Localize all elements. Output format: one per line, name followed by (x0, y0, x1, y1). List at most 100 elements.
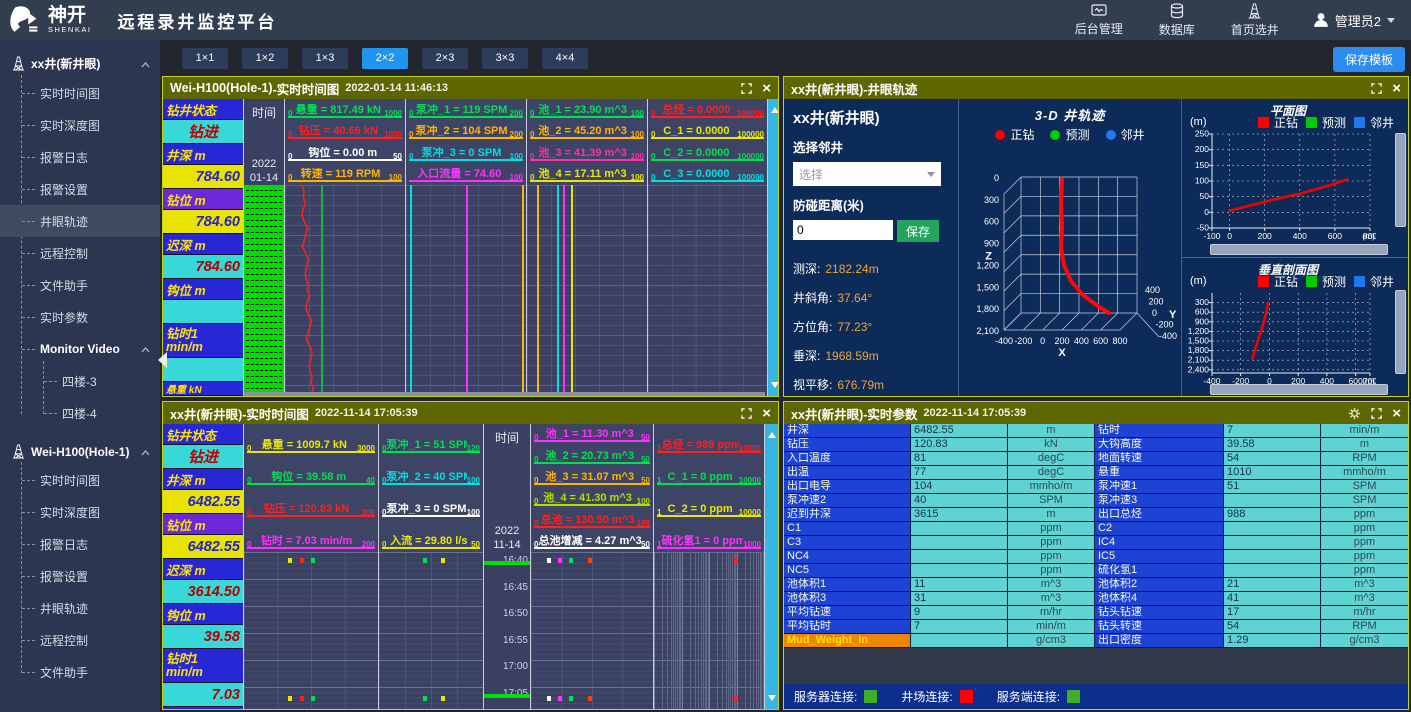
anticollision-distance-label: 防碰距离(米) (793, 195, 949, 214)
vertical-scrollbar[interactable] (765, 424, 778, 709)
sidebar-item[interactable]: 文件助手 (0, 656, 160, 688)
scroll-down-icon[interactable] (768, 695, 776, 705)
plan-vertical-scrollbar[interactable] (1395, 133, 1406, 227)
layout-button-4×4[interactable]: 4×4 (542, 48, 588, 69)
param-unit: m^3 (1008, 578, 1095, 592)
well-header[interactable]: xx井(新井眼) (0, 50, 160, 77)
svg-text:Y: Y (1169, 309, 1177, 321)
sidebar-item[interactable]: 实时参数 (0, 301, 160, 333)
expand-icon[interactable] (1371, 408, 1382, 419)
data-mark (300, 696, 304, 701)
close-icon[interactable]: × (1392, 406, 1401, 421)
sidebar-item-label: 实时深度图 (40, 117, 100, 134)
sidebar-item[interactable]: 实时时间图 (0, 464, 160, 496)
sidebar-item[interactable]: 实时深度图 (0, 109, 160, 141)
close-icon[interactable]: × (1392, 81, 1401, 96)
sidebar-group-monitor-video[interactable]: Monitor Video (0, 333, 160, 365)
offset-well-select[interactable]: 选择 (793, 162, 941, 186)
save-distance-button[interactable]: 保存 (897, 220, 939, 242)
layout-button-1×3[interactable]: 1×3 (302, 48, 348, 69)
param-unit: ppm (1008, 564, 1095, 578)
params-filler (784, 648, 1408, 684)
time-header: 时间 (495, 429, 519, 446)
svg-text:150: 150 (1195, 160, 1209, 170)
panel-realtime-params: xx井(新井眼) -实时参数 2022-11-14 17:05:39 × 井深6… (783, 401, 1409, 710)
gear-icon[interactable] (1348, 407, 1361, 420)
sidebar-item[interactable]: 文件助手 (0, 269, 160, 301)
data-mark (569, 696, 573, 701)
sidebar-item[interactable]: 远程控制 (0, 237, 160, 269)
svg-text:200: 200 (1054, 336, 1069, 346)
scroll-down-icon[interactable] (771, 382, 779, 392)
sidebar-item[interactable]: 报警日志 (0, 528, 160, 560)
vertical-scrollbar[interactable] (768, 99, 778, 396)
expand-icon[interactable] (1371, 83, 1382, 94)
svg-text:600: 600 (1195, 307, 1209, 317)
metric-label: 井斜角: (793, 289, 832, 306)
param-value: 40 (911, 494, 1008, 508)
horizontal-scrollbar[interactable] (244, 392, 765, 396)
curve-header: 0池_3 = 31.07 m^350 (534, 468, 650, 485)
brand-text: 神开 SHENKAI (48, 7, 91, 34)
scroll-up-icon[interactable] (768, 428, 776, 438)
layout-button-2×3[interactable]: 2×3 (422, 48, 468, 69)
trajectory-metric: 垂深:1968.59m (793, 341, 949, 370)
sidebar-item[interactable]: 远程控制 (0, 624, 160, 656)
anticollision-distance-input[interactable] (793, 220, 893, 240)
svg-text:2,100: 2,100 (976, 326, 999, 336)
scroll-up-icon[interactable] (771, 103, 779, 113)
sidebar-item[interactable]: 实时深度图 (0, 496, 160, 528)
close-icon[interactable]: × (762, 406, 771, 421)
metric-value: 77.23° (837, 320, 872, 334)
time-axis (244, 185, 284, 396)
data-mark (300, 558, 304, 563)
sidebar-item[interactable]: 实时时间图 (0, 77, 160, 109)
svg-text:-400: -400 (1159, 331, 1177, 341)
time-year: 2022 (252, 157, 276, 171)
log-gridline (703, 552, 704, 709)
data-mark (588, 558, 592, 563)
offset-well-select-value: 选择 (799, 166, 823, 183)
well-header[interactable]: Wei-H100(Hole-1) (0, 439, 160, 464)
metric-label: 垂深: (793, 347, 820, 364)
section-horizontal-scrollbar[interactable] (1210, 384, 1388, 395)
param-value: 120.83 (911, 438, 1008, 452)
nav-home[interactable]: 首页选井 (1231, 3, 1279, 38)
sidebar-item[interactable]: 井眼轨迹 (0, 592, 160, 624)
data-mark (288, 558, 292, 563)
user-menu[interactable]: 管理员2 (1313, 11, 1395, 30)
svg-text:-200: -200 (1156, 320, 1174, 330)
param-unit: ppm (1008, 536, 1095, 550)
sidebar-item[interactable]: 报警日志 (0, 141, 160, 173)
save-template-button[interactable]: 保存模板 (1333, 47, 1405, 72)
log-gridline (763, 552, 764, 709)
layout-button-1×1[interactable]: 1×1 (182, 48, 228, 69)
sidebar-video-item[interactable]: 四楼-3 (0, 365, 160, 397)
sidebar-item[interactable]: 井眼轨迹 (0, 205, 160, 237)
expand-icon[interactable] (741, 83, 752, 94)
close-icon[interactable]: × (762, 81, 771, 96)
expand-icon[interactable] (741, 408, 752, 419)
strip-chart: 0悬重 = 1009.7 kN30000钩位 = 39.58 m400钻压 = … (243, 424, 778, 709)
svg-text:1,800: 1,800 (976, 304, 999, 314)
section-vertical-scrollbar[interactable] (1395, 290, 1406, 374)
plan-horizontal-scrollbar[interactable] (1210, 244, 1388, 255)
sidebar-item[interactable]: 报警设置 (0, 173, 160, 205)
nav-database[interactable]: 数据库 (1159, 3, 1195, 38)
sidebar-video-item[interactable]: 四楼-4 (0, 397, 160, 429)
log-gridline (675, 552, 676, 709)
sidebar-collapse-handle[interactable] (150, 352, 167, 368)
nav-label: 后台管理 (1075, 20, 1123, 37)
layout-button-3×3[interactable]: 3×3 (482, 48, 528, 69)
layout-button-1×2[interactable]: 1×2 (242, 48, 288, 69)
chevron-up-icon (141, 450, 150, 456)
nav-backend[interactable]: 后台管理 (1075, 4, 1123, 37)
curve-line (537, 185, 539, 396)
trajectory-metric: 方位角:77.23° (793, 312, 949, 341)
param-unit: degC (1008, 466, 1095, 480)
param-unit: g/cm3 (1008, 634, 1095, 648)
sidebar-item[interactable]: 报警设置 (0, 560, 160, 592)
param-value (163, 358, 243, 382)
panel-title: xx井(新井眼) (791, 79, 863, 98)
layout-button-2×2[interactable]: 2×2 (362, 48, 408, 69)
